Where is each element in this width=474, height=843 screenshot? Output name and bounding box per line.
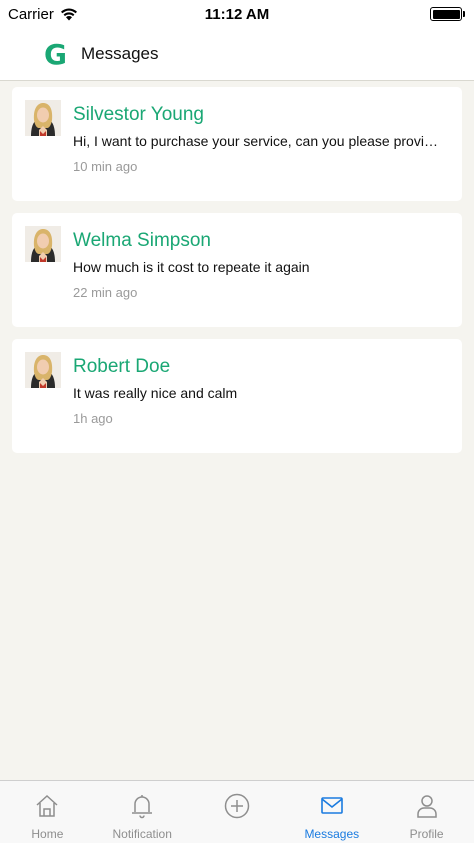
sender-name: Silvestor Young	[73, 104, 204, 125]
tab-messages[interactable]: Messages	[284, 781, 379, 843]
message-card[interactable]: Silvestor Young Hi, I want to purchase y…	[12, 87, 462, 201]
wifi-icon	[60, 8, 77, 21]
plus-circle-icon	[224, 793, 250, 819]
home-icon	[36, 794, 58, 817]
tab-bar: Home Notification Messages Profile	[0, 780, 474, 843]
avatar	[25, 226, 61, 262]
tab-home[interactable]: Home	[0, 781, 95, 843]
app-header: G Messages	[0, 28, 474, 81]
person-icon	[416, 795, 437, 818]
status-left: Carrier	[8, 6, 78, 23]
tab-profile[interactable]: Profile	[379, 781, 474, 843]
tab-notification[interactable]: Notification	[95, 781, 190, 843]
sender-name: Robert Doe	[73, 356, 171, 377]
message-card[interactable]: Robert Doe It was really nice and calm 1…	[12, 339, 462, 453]
message-list: Silvestor Young Hi, I want to purchase y…	[12, 87, 462, 465]
message-time: 1h ago	[73, 411, 113, 426]
avatar	[25, 100, 61, 136]
tab-label: Notification	[112, 827, 172, 841]
carrier-label: Carrier	[8, 5, 54, 23]
avatar	[25, 352, 61, 388]
message-card[interactable]: Welma Simpson How much is it cost to rep…	[12, 213, 462, 327]
bell-icon	[132, 795, 153, 819]
message-preview: Hi, I want to purchase your service, can…	[73, 133, 442, 149]
message-preview: It was really nice and calm	[73, 385, 238, 401]
page-title: Messages	[81, 44, 159, 63]
status-bar: Carrier 11:12 AM	[0, 0, 474, 28]
tab-label: Profile	[409, 827, 444, 841]
tab-label: Home	[31, 827, 64, 841]
message-time: 22 min ago	[73, 285, 138, 300]
message-time: 10 min ago	[73, 159, 138, 174]
message-preview: How much is it cost to repeate it again	[73, 259, 310, 275]
app-logo: G	[44, 37, 67, 71]
tab-add[interactable]	[190, 781, 285, 843]
battery-icon	[430, 7, 465, 21]
tab-label: Messages	[304, 827, 360, 841]
mail-icon	[320, 797, 343, 814]
sender-name: Welma Simpson	[73, 230, 211, 251]
